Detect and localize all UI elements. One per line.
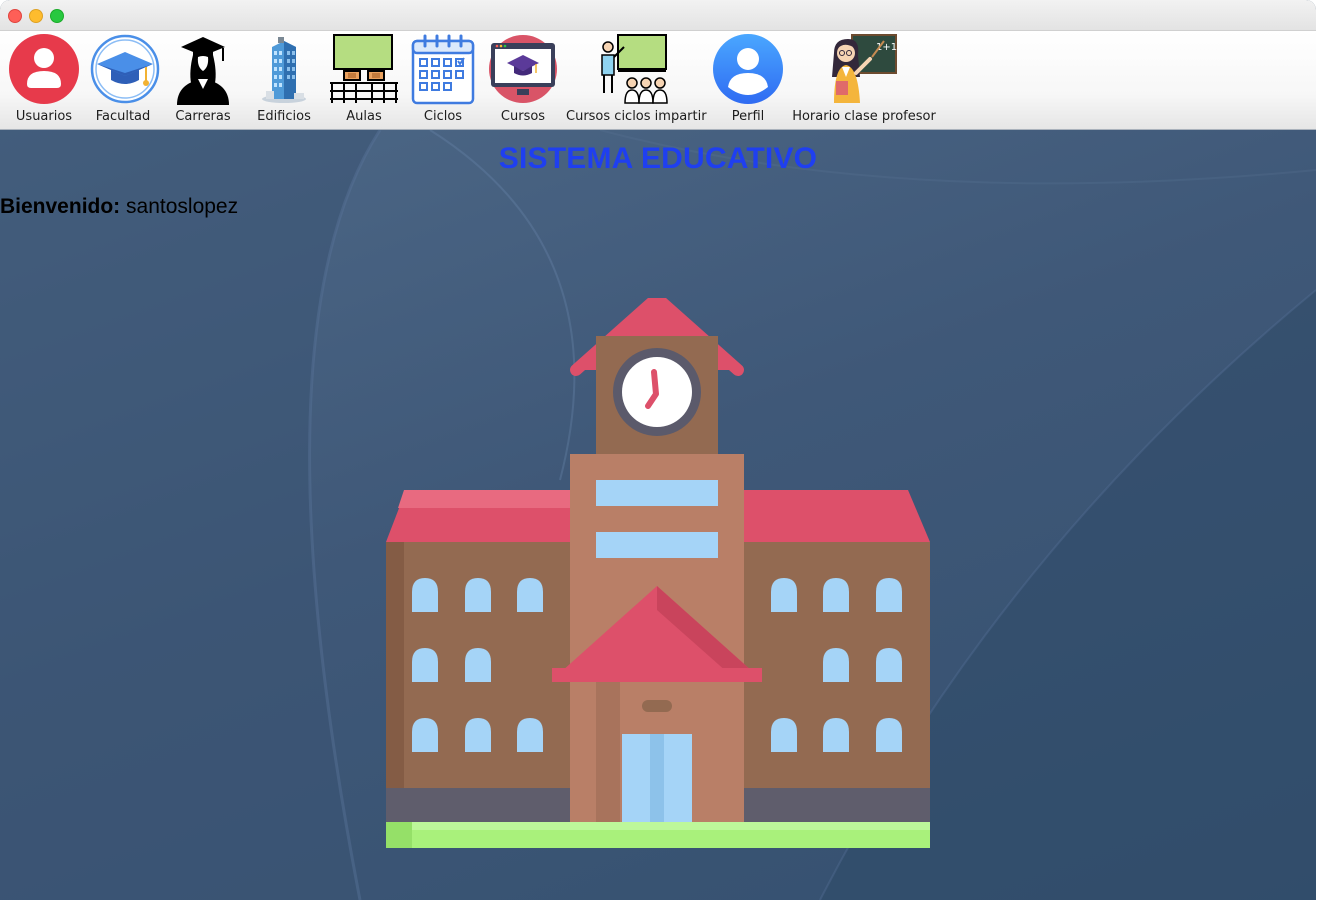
- teacher-lecture-icon: [601, 34, 668, 104]
- app-window: Usuarios Facultad Carreras Edificios Aul…: [0, 0, 1316, 900]
- main-panel: SISTEMA EDUCATIVO Bienvenido: santoslope…: [0, 130, 1316, 900]
- toolbar-button-facultad[interactable]: Facultad: [86, 31, 160, 129]
- toolbar-label: Cursos: [500, 109, 546, 124]
- classroom-icon: [330, 34, 398, 103]
- username: santoslopez: [126, 195, 239, 218]
- toolbar-label: Ciclos: [423, 109, 463, 124]
- clipped-edge-text: [1316, 378, 1320, 448]
- toolbar-label: Facultad: [95, 109, 151, 124]
- graduate-student-icon: [177, 37, 229, 105]
- user-circle-icon: [9, 34, 79, 104]
- toolbar-label: Edificios: [257, 109, 311, 124]
- toolbar-label: Usuarios: [15, 109, 73, 124]
- minimize-window-button[interactable]: [29, 9, 43, 23]
- profile-icon: [713, 34, 783, 104]
- toolbar-button-edificios[interactable]: Edificios: [246, 31, 322, 129]
- toolbar-button-carreras[interactable]: Carreras: [166, 31, 240, 129]
- online-course-icon: [489, 35, 557, 103]
- page-title: SISTEMA EDUCATIVO: [498, 142, 818, 175]
- toolbar-label: Horario clase profesor: [792, 109, 936, 124]
- toolbar-label: Aulas: [346, 109, 382, 124]
- close-window-button[interactable]: [8, 9, 22, 23]
- toolbar-label: Perfil: [731, 109, 765, 124]
- toolbar-label: Carreras: [175, 109, 231, 124]
- toolbar-button-ciclos[interactable]: Ciclos: [406, 31, 480, 129]
- calendar-icon: [411, 34, 475, 105]
- school-building-illustration: [386, 298, 930, 848]
- teacher-icon: 1+1: [832, 34, 897, 103]
- welcome-label: Bienvenido:: [0, 195, 121, 218]
- welcome-message: Bienvenido: santoslopez: [0, 195, 238, 219]
- toolbar-button-cursos-ciclos-impartir[interactable]: Cursos ciclos impartir: [566, 31, 707, 129]
- toolbar-label: Cursos ciclos impartir: [566, 109, 707, 124]
- maximize-window-button[interactable]: [50, 9, 64, 23]
- toolbar-button-cursos[interactable]: Cursos: [486, 31, 560, 129]
- main-toolbar: Usuarios Facultad Carreras Edificios Aul…: [0, 31, 1316, 130]
- toolbar-button-perfil[interactable]: Perfil: [710, 31, 786, 129]
- building-icon: [262, 37, 306, 103]
- toolbar-button-aulas[interactable]: Aulas: [326, 31, 402, 129]
- title-bar: [0, 0, 1316, 31]
- toolbar-button-horario-clase-profesor[interactable]: 1+1 Horario clase profesor: [790, 31, 938, 129]
- toolbar-button-usuarios[interactable]: Usuarios: [6, 31, 82, 129]
- graduation-cap-icon: [90, 34, 160, 104]
